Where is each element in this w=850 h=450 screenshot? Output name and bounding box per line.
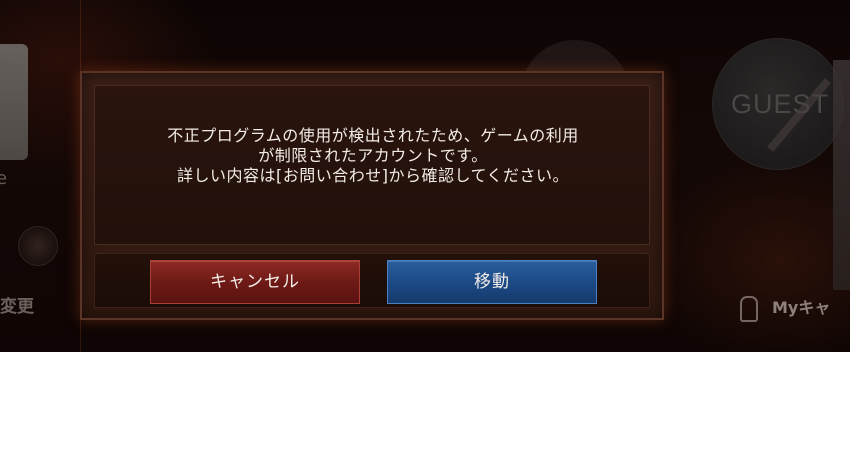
my-character-menu: Myキャ <box>740 294 830 322</box>
character-icon <box>740 295 758 322</box>
move-button[interactable]: 移動 <box>387 260 597 304</box>
message-line-1: 不正プログラムの使用が検出されたため、ゲームの利用 <box>167 126 579 145</box>
guest-avatar: GUEST <box>712 38 844 170</box>
dialog-message-panel: 不正プログラムの使用が検出されたため、ゲームの利用 が制限されたアカウントです。… <box>94 85 650 245</box>
message-line-3: 詳しい内容は[お問い合わせ]から確認してください。 <box>176 166 570 185</box>
emblem-icon <box>18 226 58 266</box>
my-character-label: Myキャ <box>772 298 831 317</box>
restriction-dialog: 不正プログラムの使用が検出されたため、ゲームの利用 が制限されたアカウントです。… <box>80 71 664 320</box>
background-left-label: 変更 <box>0 297 34 317</box>
blank-area <box>0 352 850 450</box>
background-left-glyph: e <box>0 168 8 189</box>
dialog-message: 不正プログラムの使用が検出されたため、ゲームの利用 が制限されたアカウントです。… <box>95 126 651 186</box>
background-right-panel <box>833 60 850 290</box>
cancel-button[interactable]: キャンセル <box>150 260 360 304</box>
game-screen: e 変更 GUEST Myキャ 不正プログラムの使用が検出されたため、ゲームの利… <box>0 0 850 352</box>
dialog-button-bar: キャンセル 移動 <box>94 253 650 308</box>
background-card <box>0 44 28 160</box>
message-line-2: が制限されたアカウントです。 <box>258 146 488 165</box>
